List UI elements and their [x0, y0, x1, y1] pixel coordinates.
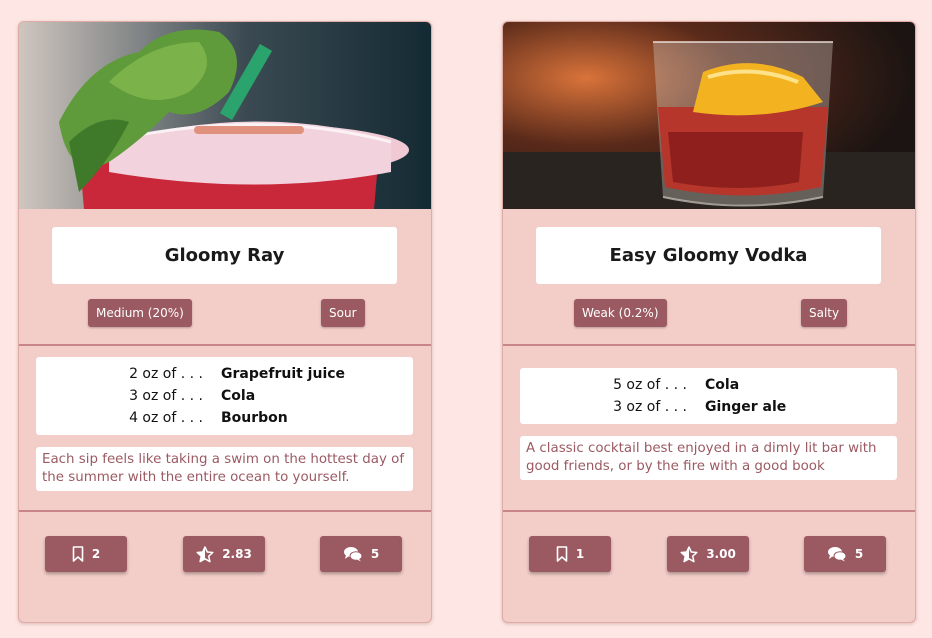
ingredients-list: 2 oz of . . . Grapefruit juice 3 oz of .…	[36, 357, 413, 435]
cocktail-photo	[503, 22, 915, 209]
bookmark-count: 1	[575, 547, 585, 561]
ingredient-row: 3 oz of . . . Ginger ale	[520, 396, 897, 418]
bookmark-button[interactable]: 2	[45, 536, 127, 572]
cocktail-title: Gloomy Ray	[52, 227, 397, 284]
recipe-section: 2 oz of . . . Grapefruit juice 3 oz of .…	[19, 346, 431, 512]
ingredient-amount: 4 oz of . . .	[129, 410, 203, 426]
rating-value: 3.00	[706, 547, 736, 561]
recipe-section: 5 oz of . . . Cola 3 oz of . . . Ginger …	[503, 346, 915, 512]
ingredient-amount: 3 oz of . . .	[129, 388, 203, 404]
cocktail-description: A classic cocktail best enjoyed in a dim…	[520, 436, 897, 480]
star-half-icon	[680, 545, 698, 563]
bookmark-icon	[72, 546, 84, 562]
cocktail-photo	[19, 22, 431, 209]
ingredient-row: 4 oz of . . . Bourbon	[36, 407, 413, 429]
card-header-section: Easy Gloomy Vodka Weak (0.2%) Salty	[503, 209, 915, 346]
comments-button[interactable]: 5	[804, 536, 886, 572]
taste-badge: Sour	[321, 299, 365, 327]
comment-count: 5	[854, 547, 864, 561]
comment-count: 5	[370, 547, 380, 561]
ingredient-name: Grapefruit juice	[221, 366, 346, 382]
ingredient-row: 5 oz of . . . Cola	[520, 374, 897, 396]
ingredient-name: Ginger ale	[705, 399, 787, 415]
cocktail-description: Each sip feels like taking a swim on the…	[36, 447, 413, 491]
ingredient-name: Cola	[221, 388, 256, 404]
ingredient-amount: 2 oz of . . .	[129, 366, 203, 382]
ingredient-name: Bourbon	[221, 410, 288, 426]
ingredient-name: Cola	[705, 377, 740, 393]
ingredient-row: 2 oz of . . . Grapefruit juice	[36, 363, 413, 385]
ingredient-row: 3 oz of . . . Cola	[36, 385, 413, 407]
strength-badge: Medium (20%)	[88, 299, 192, 327]
comments-icon	[827, 546, 847, 562]
star-half-icon	[196, 545, 214, 563]
ingredients-list: 5 oz of . . . Cola 3 oz of . . . Ginger …	[520, 368, 897, 424]
ingredient-amount: 5 oz of . . .	[613, 377, 687, 393]
taste-badge: Salty	[801, 299, 848, 327]
rating-value: 2.83	[222, 547, 252, 561]
bookmark-icon	[556, 546, 568, 562]
ingredient-amount: 3 oz of . . .	[613, 399, 687, 415]
cocktail-card: Gloomy Ray Medium (20%) Sour 2 oz of . .…	[18, 21, 432, 623]
strength-badge: Weak (0.2%)	[574, 299, 667, 327]
rating-button[interactable]: 3.00	[667, 536, 749, 572]
cocktail-title: Easy Gloomy Vodka	[536, 227, 881, 284]
comments-icon	[343, 546, 363, 562]
bookmark-button[interactable]: 1	[529, 536, 611, 572]
bookmark-count: 2	[91, 547, 101, 561]
comments-button[interactable]: 5	[320, 536, 402, 572]
card-header-section: Gloomy Ray Medium (20%) Sour	[19, 209, 431, 346]
cocktail-card: Easy Gloomy Vodka Weak (0.2%) Salty 5 oz…	[502, 21, 916, 623]
rating-button[interactable]: 2.83	[183, 536, 265, 572]
